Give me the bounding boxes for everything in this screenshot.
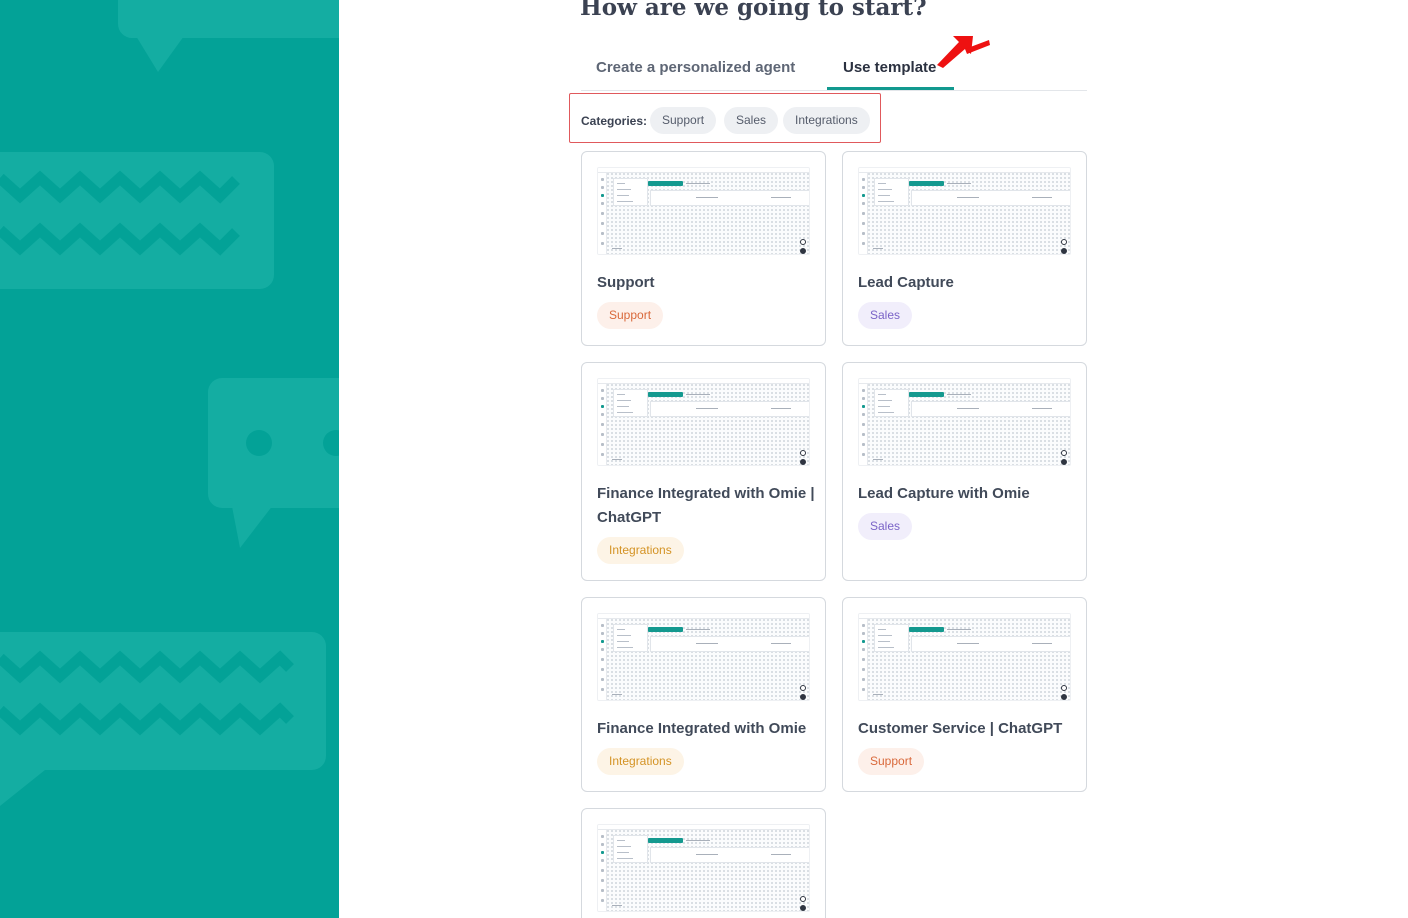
bubble-tail-shape <box>136 36 184 72</box>
bubble-dot <box>246 430 272 456</box>
main-content: How are we going to start? Create a pers… <box>339 0 1408 918</box>
zigzag-pattern <box>0 650 294 736</box>
categories-label: Categories: <box>581 114 648 128</box>
annotation-arrow-icon <box>937 36 990 68</box>
speech-bubble-shape <box>118 0 339 38</box>
category-badge: Sales <box>858 513 913 540</box>
tab-bar: Create a personalized agent Use template <box>581 52 1087 91</box>
template-title: Lead Capture <box>858 274 954 291</box>
template-title: Lead Capture with Omie <box>858 485 1030 502</box>
category-badge: Support <box>858 748 925 775</box>
bubble-tail-shape <box>0 766 50 806</box>
template-title: Customer Service | ChatGPT <box>858 720 1063 737</box>
decorative-side-panel <box>0 0 339 918</box>
template-card[interactable]: Lead Capture Sales <box>842 151 1087 346</box>
template-title: Support <box>597 274 655 291</box>
category-badge: Support <box>597 302 664 329</box>
tab-use-template[interactable]: Use template <box>843 59 936 76</box>
zigzag-pattern <box>0 170 240 256</box>
chat-bubble-tail <box>230 496 280 548</box>
template-card[interactable] <box>581 808 826 918</box>
template-card[interactable]: Finance Integrated with Omie | ChatGPT I… <box>581 362 826 581</box>
page-title: How are we going to start? <box>580 0 927 21</box>
template-preview-thumbnail <box>597 378 810 466</box>
category-badge: Sales <box>858 302 913 329</box>
chat-bubble-shape <box>208 378 339 508</box>
template-preview-thumbnail <box>597 613 810 701</box>
category-chip-sales[interactable]: Sales <box>724 107 779 134</box>
template-title: Finance Integrated with Omie <box>597 720 807 737</box>
template-preview-thumbnail <box>858 378 1071 466</box>
tab-create-personalized-agent[interactable]: Create a personalized agent <box>596 59 795 76</box>
template-preview-thumbnail <box>597 824 810 912</box>
category-chip-integrations[interactable]: Integrations <box>783 107 870 134</box>
category-chip-support[interactable]: Support <box>650 107 717 134</box>
category-filter: Categories: Support Sales Integrations <box>569 93 881 143</box>
template-preview-thumbnail <box>597 167 810 255</box>
template-preview-thumbnail <box>858 167 1071 255</box>
template-card[interactable]: Lead Capture with Omie Sales <box>842 362 1087 581</box>
template-preview-thumbnail <box>858 613 1071 701</box>
template-card[interactable]: Customer Service | ChatGPT Support <box>842 597 1087 792</box>
template-title: Finance Integrated with Omie | ChatGPT <box>597 485 815 526</box>
template-card[interactable]: Finance Integrated with Omie Integration… <box>581 597 826 792</box>
active-tab-indicator <box>827 87 954 90</box>
category-badge: Integrations <box>597 537 684 564</box>
category-badge: Integrations <box>597 748 684 775</box>
template-card[interactable]: Support Support <box>581 151 826 346</box>
